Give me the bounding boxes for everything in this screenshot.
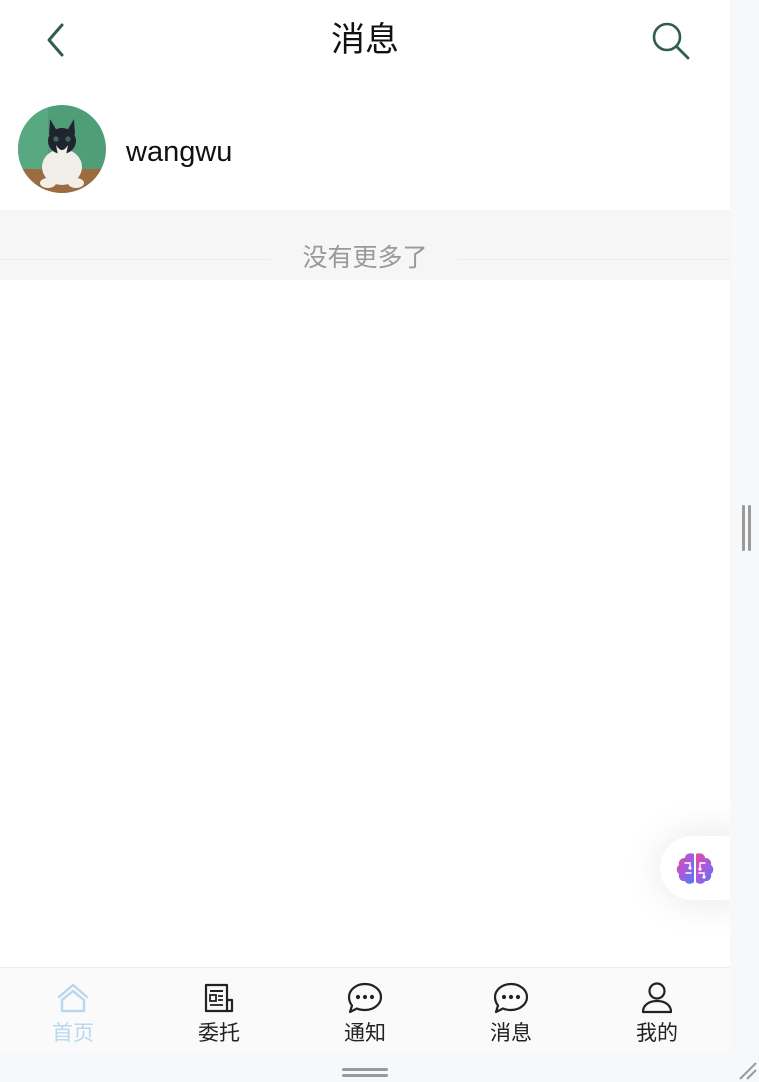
tab-notifications[interactable]: 通知 <box>292 968 438 1054</box>
page-title: 消息 <box>331 20 399 60</box>
tab-label: 首页 <box>52 1021 94 1045</box>
tab-profile[interactable]: 我的 <box>584 968 730 1054</box>
chat-bubble-icon <box>491 978 531 1018</box>
search-button[interactable] <box>648 18 694 64</box>
list-end-divider: 没有更多了 <box>0 210 730 280</box>
ai-assistant-button[interactable] <box>660 836 730 900</box>
tab-commission[interactable]: 委托 <box>146 968 292 1054</box>
resize-grip-icon[interactable] <box>736 1059 758 1081</box>
top-nav-bar: 消息 <box>0 0 730 84</box>
avatar <box>18 105 106 193</box>
user-icon <box>637 978 677 1018</box>
tab-label: 通知 <box>344 1021 386 1045</box>
tab-label: 我的 <box>636 1021 678 1045</box>
search-icon <box>652 22 690 60</box>
document-icon <box>199 978 239 1018</box>
no-more-text: 没有更多了 <box>302 243 428 272</box>
tab-label: 消息 <box>490 1021 532 1045</box>
app-screen: 消息 wangwu 没有更多了 首页 委托 通知 消息 我的 <box>0 0 730 1054</box>
bottom-tab-bar: 首页 委托 通知 消息 我的 <box>0 967 730 1054</box>
tab-messages[interactable]: 消息 <box>438 968 584 1054</box>
tab-home[interactable]: 首页 <box>0 968 146 1054</box>
contact-name: wangwu <box>126 136 233 168</box>
home-icon <box>53 978 93 1018</box>
chat-bubble-icon <box>345 978 385 1018</box>
tab-label: 委托 <box>198 1021 240 1045</box>
side-resize-handle[interactable] <box>741 505 753 551</box>
cat-photo-avatar <box>18 105 106 193</box>
brain-icon <box>676 853 714 884</box>
bottom-resize-handle[interactable] <box>342 1066 390 1078</box>
conversation-item[interactable]: wangwu <box>0 96 730 208</box>
